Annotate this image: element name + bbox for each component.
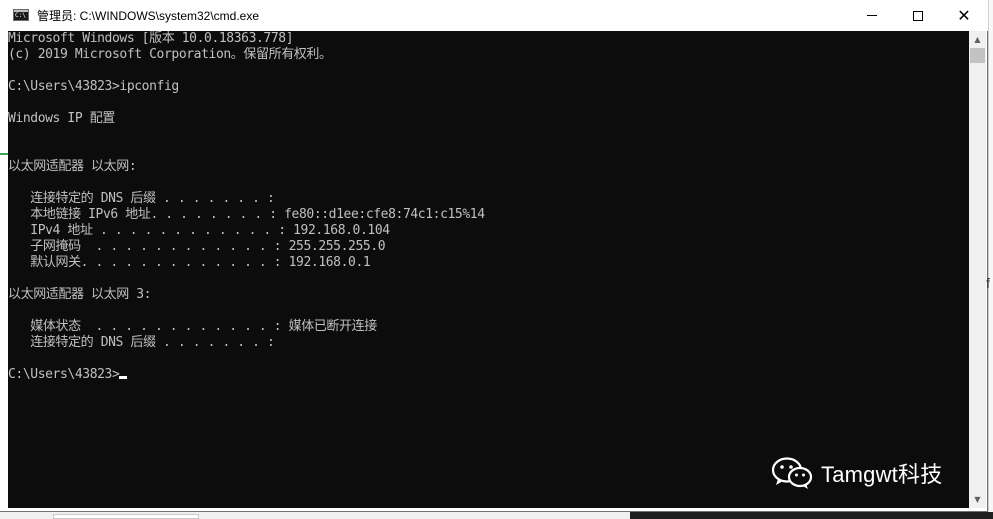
background-window-strip (0, 31, 8, 508)
console-line: 以太网适配器 以太网: (8, 159, 137, 174)
background-window-edge (988, 0, 993, 519)
watermark: Tamgwt科技 (771, 455, 942, 491)
maximize-icon (913, 10, 923, 21)
console-line: 默认网关. . . . . . . . . . . . . : 192.168.… (8, 255, 371, 270)
maximize-button[interactable] (895, 0, 941, 31)
strip-accent (0, 153, 8, 155)
close-icon: ✕ (957, 6, 971, 25)
background-input-box (53, 514, 199, 519)
watermark-text: Tamgwt科技 (821, 462, 943, 487)
console-line: 连接特定的 DNS 后缀 . . . . . . . : (8, 191, 275, 206)
console-line: C:\Users\43823>ipconfig (8, 79, 179, 94)
console-line: 连接特定的 DNS 后缀 . . . . . . . : (8, 335, 275, 350)
vertical-scrollbar[interactable]: ▲ ▼ (969, 31, 986, 508)
console-line: 媒体状态 . . . . . . . . . . . . : 媒体已断开连接 (8, 319, 377, 334)
minimize-icon (867, 15, 877, 16)
wechat-icon (771, 457, 813, 489)
scroll-thumb[interactable] (970, 48, 985, 63)
console-text: Microsoft Windows [版本 10.0.18363.778] (c)… (8, 31, 485, 383)
text-cursor (119, 376, 128, 379)
minimize-button[interactable] (849, 0, 895, 31)
scroll-up-arrow-icon[interactable]: ▲ (969, 31, 986, 48)
cmd-icon[interactable] (13, 9, 29, 21)
console-line: 以太网适配器 以太网 3: (8, 287, 152, 302)
console-line: IPv4 地址 . . . . . . . . . . . . : 192.16… (8, 223, 390, 238)
console-output[interactable]: Microsoft Windows [版本 10.0.18363.778] (c)… (8, 31, 969, 508)
console-line: (c) 2019 Microsoft Corporation。保留所有权利。 (8, 47, 332, 62)
background-window-char: f (986, 275, 990, 291)
title-bar[interactable]: 管理员: C:\WINDOWS\system32\cmd.exe ✕ (0, 0, 988, 31)
console-line: Microsoft Windows [版本 10.0.18363.778] (8, 31, 294, 46)
console-line: 子网掩码 . . . . . . . . . . . . : 255.255.2… (8, 239, 386, 254)
close-button[interactable]: ✕ (941, 0, 987, 31)
background-dark-panel (630, 512, 993, 519)
scroll-down-arrow-icon[interactable]: ▼ (969, 491, 986, 508)
console-line: 本地链接 IPv6 地址. . . . . . . . : fe80::d1ee… (8, 207, 485, 222)
console-line: Windows IP 配置 (8, 111, 115, 126)
window-title: 管理员: C:\WINDOWS\system32\cmd.exe (37, 9, 260, 23)
console-line: C:\Users\43823> (8, 367, 485, 383)
